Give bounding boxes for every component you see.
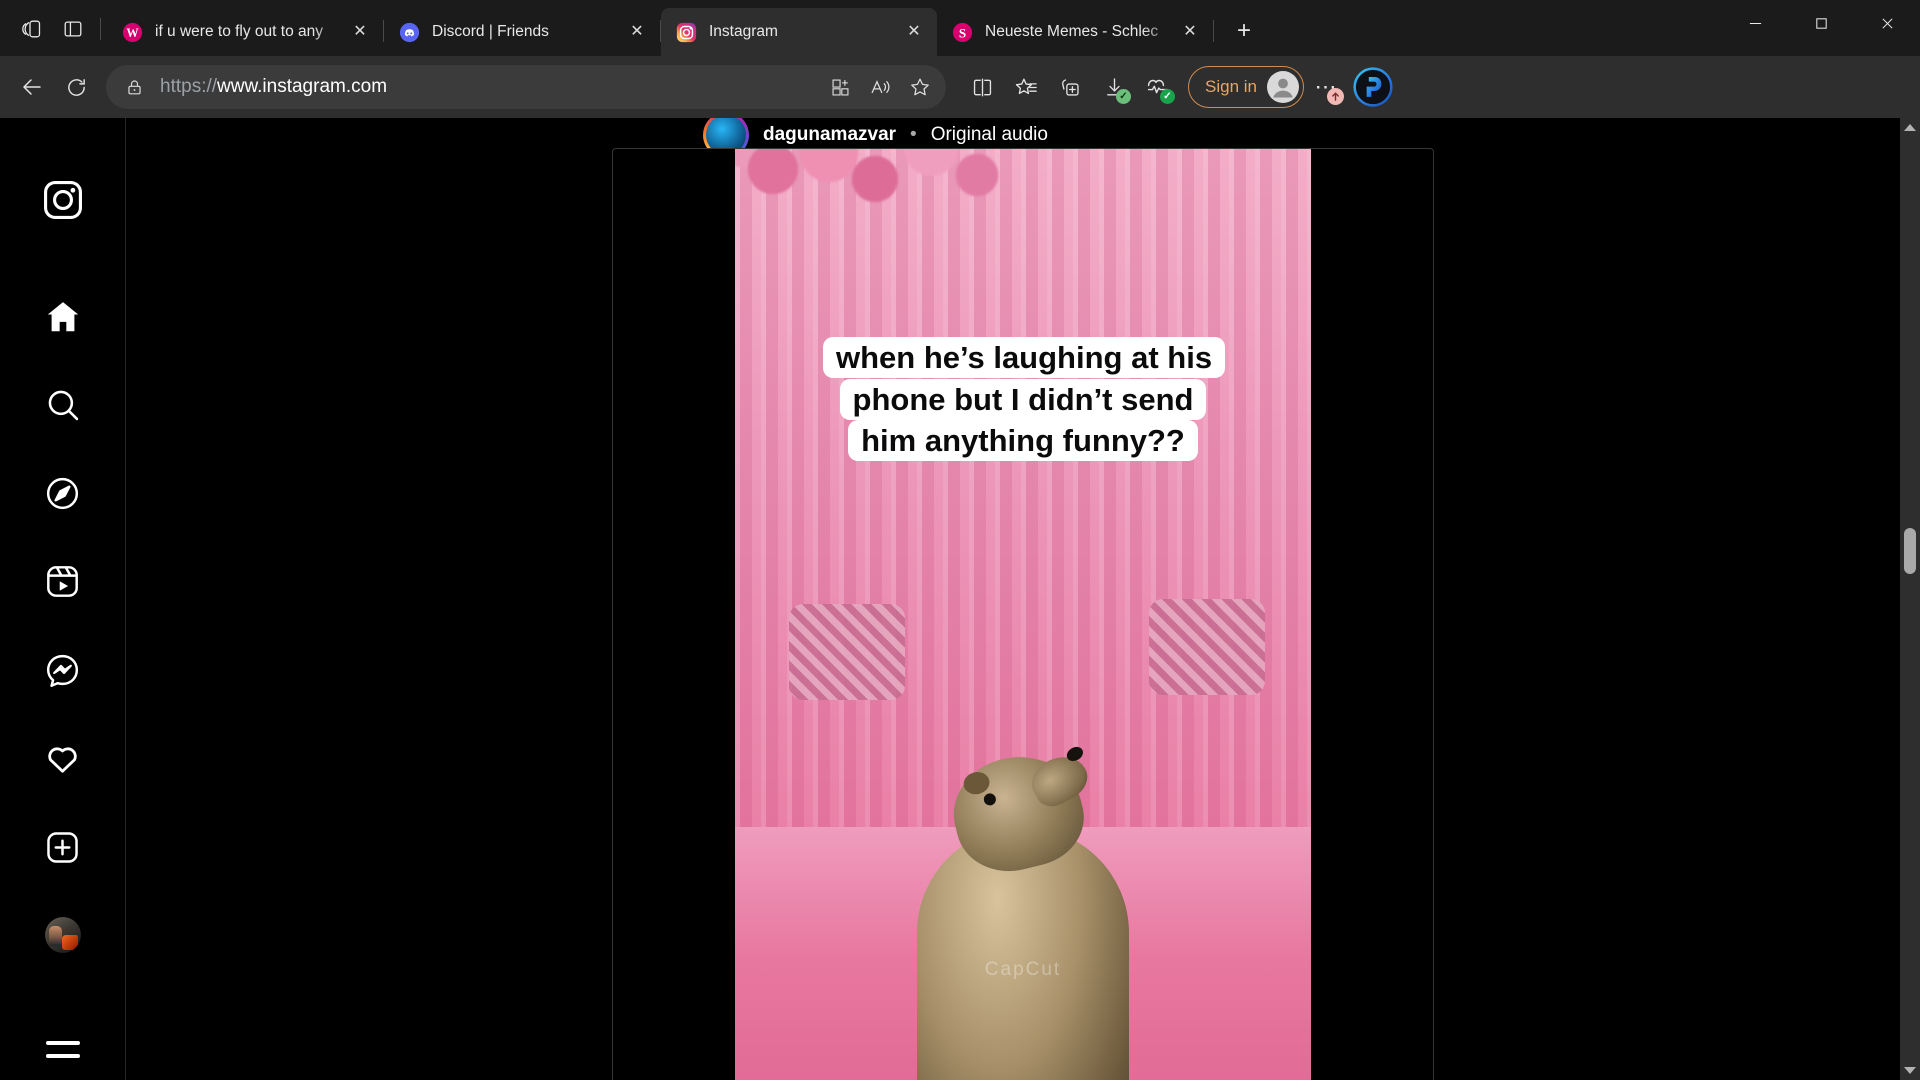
svg-text:S: S	[958, 25, 965, 40]
tab-title: Neueste Memes - Schlec	[985, 23, 1177, 41]
url-host: www.instagram.com	[217, 76, 387, 97]
sidebar-item-create[interactable]	[32, 817, 94, 877]
browser-window: W if u were to fly out to any ✕ Discord …	[0, 0, 1920, 1080]
post-author-username[interactable]: dagunamazvar	[763, 124, 896, 146]
pillow-right	[1149, 599, 1265, 695]
tab-actions-icon[interactable]	[10, 8, 52, 50]
sidebar-item-explore[interactable]	[32, 463, 94, 523]
read-aloud-icon[interactable]	[860, 67, 900, 107]
marmot-subject	[905, 757, 1141, 1080]
tab-item-2-active[interactable]: Instagram ✕	[661, 8, 937, 56]
split-screen-icon[interactable]	[960, 65, 1004, 109]
sidebar-item-reels[interactable]	[32, 552, 94, 612]
back-arrow-icon[interactable]	[10, 65, 54, 109]
balloon-decoration	[735, 149, 1025, 253]
instagram-feed: dagunamazvar • Original audio	[126, 118, 1920, 1080]
marmot-eye	[983, 792, 998, 807]
avatar	[1267, 71, 1299, 103]
instagram-sidebar	[0, 118, 126, 1080]
sign-in-button[interactable]: Sign in	[1188, 66, 1304, 108]
pillow-left	[789, 604, 905, 700]
tab-strip-divider	[100, 18, 101, 40]
split-view-icon[interactable]	[820, 67, 860, 107]
copilot-icon[interactable]	[1350, 64, 1396, 110]
page-scrollbar[interactable]	[1900, 118, 1920, 1080]
burger-line	[46, 1054, 80, 1058]
collections-icon[interactable]	[1048, 65, 1092, 109]
tab-close-button[interactable]: ✕	[1177, 19, 1203, 45]
marmot-snout	[1024, 747, 1094, 813]
sidebar-item-profile[interactable]	[32, 905, 94, 965]
sidebar-item-notifications[interactable]	[32, 728, 94, 788]
favorites-icon[interactable]	[1004, 65, 1048, 109]
tab-close-button[interactable]: ✕	[901, 19, 927, 45]
meme-caption-text: when he’s laughing at his phone but I di…	[823, 337, 1225, 461]
sign-in-label: Sign in	[1205, 77, 1257, 97]
svg-text:W: W	[126, 25, 139, 39]
tab-title: Instagram	[709, 23, 901, 41]
sidebar-toggle-icon[interactable]	[52, 8, 94, 50]
close-window-button[interactable]	[1854, 0, 1920, 46]
meme-caption-overlay: when he’s laughing at his phone but I di…	[823, 337, 1223, 462]
favorite-star-icon[interactable]	[900, 67, 940, 107]
maximize-button[interactable]	[1788, 0, 1854, 46]
toolbar-right-icons: ✓ ✓ Sign in ⋯	[960, 64, 1396, 110]
sidebar-item-search[interactable]	[32, 375, 94, 435]
scroll-down-arrow[interactable]	[1904, 1067, 1916, 1074]
downloads-complete-badge: ✓	[1116, 89, 1131, 104]
refresh-icon[interactable]	[54, 65, 98, 109]
post-card: when he’s laughing at his phone but I di…	[612, 148, 1434, 1080]
tab-divider	[1213, 20, 1214, 42]
browser-toolbar: https://www.instagram.com	[0, 56, 1920, 118]
downloads-icon[interactable]: ✓	[1092, 65, 1136, 109]
reel-video[interactable]: when he’s laughing at his phone but I di…	[735, 149, 1311, 1080]
address-bar[interactable]: https://www.instagram.com	[106, 65, 946, 109]
url-scheme: https://	[160, 76, 217, 97]
tab-close-button[interactable]: ✕	[624, 19, 650, 45]
scroll-thumb[interactable]	[1904, 528, 1916, 574]
update-available-badge	[1327, 88, 1344, 105]
minimize-button[interactable]	[1722, 0, 1788, 46]
window-controls	[1722, 0, 1920, 46]
tab-item-0[interactable]: W if u were to fly out to any ✕	[107, 8, 383, 56]
profile-avatar	[45, 917, 81, 953]
url-text[interactable]: https://www.instagram.com	[160, 76, 820, 98]
post-separator: •	[910, 124, 917, 146]
essentials-status-badge: ✓	[1160, 89, 1175, 104]
post-audio-label[interactable]: Original audio	[931, 124, 1048, 146]
s-letter-icon: S	[951, 21, 973, 43]
page-viewport: dagunamazvar • Original audio	[0, 118, 1920, 1080]
tab-title: if u were to fly out to any	[155, 23, 347, 41]
tab-strip: W if u were to fly out to any ✕ Discord …	[0, 0, 1920, 56]
tab-item-1[interactable]: Discord | Friends ✕	[384, 8, 660, 56]
w-letter-icon: W	[121, 21, 143, 43]
scroll-up-arrow[interactable]	[1904, 124, 1916, 131]
burger-line	[46, 1041, 80, 1045]
lock-icon[interactable]	[114, 67, 154, 107]
sidebar-item-more[interactable]	[32, 1020, 94, 1080]
instagram-icon	[675, 21, 697, 43]
tab-item-3[interactable]: S Neueste Memes - Schlec ✕	[937, 8, 1213, 56]
new-tab-button[interactable]: +	[1224, 11, 1264, 51]
watermark-text: CapCut	[985, 959, 1061, 981]
browser-essentials-icon[interactable]: ✓	[1136, 65, 1180, 109]
tab-list: W if u were to fly out to any ✕ Discord …	[107, 0, 1264, 56]
tab-title: Discord | Friends	[432, 23, 624, 41]
sidebar-item-home[interactable]	[32, 286, 94, 346]
instagram-logo-icon[interactable]	[32, 170, 94, 230]
sidebar-item-messages[interactable]	[32, 640, 94, 700]
more-options-icon[interactable]: ⋯	[1304, 65, 1348, 109]
tab-close-button[interactable]: ✕	[347, 19, 373, 45]
discord-icon	[398, 21, 420, 43]
